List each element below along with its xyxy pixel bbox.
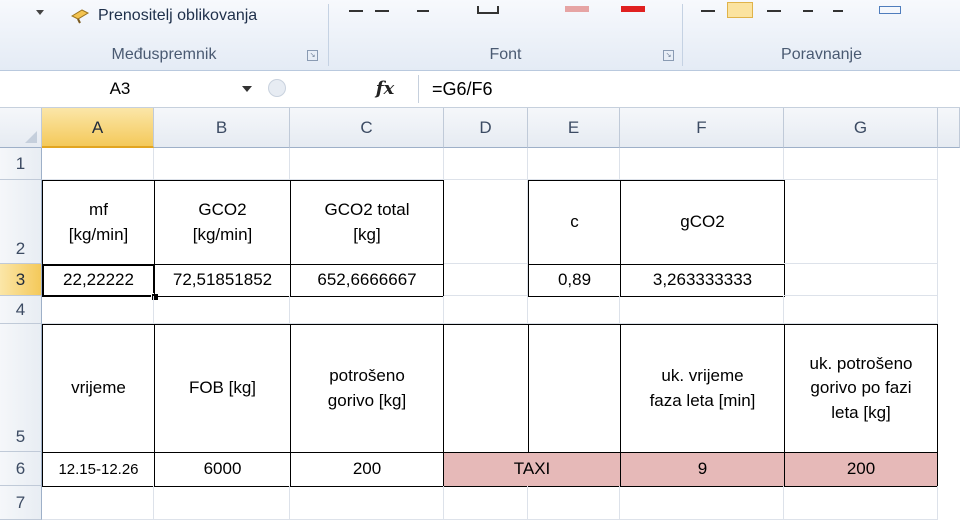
cell-d6-merged[interactable]: TAXI <box>443 452 621 487</box>
cell-f4[interactable] <box>620 296 784 324</box>
fill-color-button[interactable] <box>565 6 589 12</box>
cell-g7[interactable] <box>784 486 938 520</box>
format-painter-label: Prenositelj oblikovanja <box>98 7 258 24</box>
format-painter-button[interactable]: Prenositelj oblikovanja <box>70 4 257 28</box>
insert-function-icon[interactable]: fx <box>355 75 415 103</box>
cell-b4[interactable] <box>154 296 290 324</box>
cell-a2[interactable]: mf [kg/min] <box>42 180 155 265</box>
name-box[interactable]: A3 <box>6 76 286 102</box>
cell-a7[interactable] <box>42 486 154 520</box>
format-painter-icon <box>70 9 90 24</box>
align-middle-button[interactable] <box>727 2 753 18</box>
cell-e5[interactable] <box>528 324 621 453</box>
align-bottom-button[interactable] <box>767 6 781 12</box>
row-header-1[interactable]: 1 <box>0 148 42 180</box>
cell-e2[interactable]: c <box>528 180 621 265</box>
clipboard-group-label: Međuspremnik <box>111 46 217 63</box>
font-group: Font ↘ <box>329 0 682 70</box>
cell-e4[interactable] <box>528 296 620 324</box>
row-header-6[interactable]: 6 <box>0 452 42 486</box>
cell-a4[interactable] <box>42 296 154 324</box>
cell-c4[interactable] <box>290 296 444 324</box>
cell-b3[interactable]: 72,51851852 <box>154 264 291 297</box>
column-header-e[interactable]: E <box>528 108 620 148</box>
row-header-5[interactable]: 5 <box>0 324 42 452</box>
cell-g6[interactable]: 200 <box>784 452 938 487</box>
row-header-4[interactable]: 4 <box>0 296 42 324</box>
ribbon: Prenositelj oblikovanja Međuspremnik ↘ F… <box>0 0 960 71</box>
paste-dropdown-arrow[interactable] <box>36 10 44 15</box>
underline-button[interactable] <box>349 6 363 12</box>
cell-f3[interactable]: 3,263333333 <box>620 264 785 297</box>
row-header-3[interactable]: 3 <box>0 264 42 296</box>
clipboard-dialog-launcher[interactable]: ↘ <box>307 50 318 61</box>
cell-f1[interactable] <box>620 148 784 180</box>
cell-a6[interactable]: 12.15-12.26 <box>42 452 155 487</box>
cell-d4[interactable] <box>444 296 528 324</box>
increase-indent-button[interactable] <box>833 6 843 12</box>
cell-g3[interactable] <box>784 264 938 296</box>
cell-d5[interactable] <box>443 324 529 453</box>
cell-b1[interactable] <box>154 148 290 180</box>
cell-f5[interactable]: uk. vrijeme faza leta [min] <box>620 324 785 453</box>
font-group-label: Font <box>489 46 522 63</box>
cell-d1[interactable] <box>444 148 528 180</box>
alignment-group: Poravnanje <box>683 0 960 70</box>
cell-c6[interactable]: 200 <box>290 452 444 487</box>
cell-g5[interactable]: uk. potrošeno gorivo po fazi leta [kg] <box>784 324 938 453</box>
cell-g2[interactable] <box>784 180 938 264</box>
column-header-f[interactable]: F <box>620 108 784 148</box>
column-header-c[interactable]: C <box>290 108 444 148</box>
alignment-group-label: Poravnanje <box>781 46 862 63</box>
cell-d7[interactable] <box>444 486 528 520</box>
cell-b6[interactable]: 6000 <box>154 452 291 487</box>
cell-d3[interactable] <box>444 264 528 296</box>
cell-a5[interactable]: vrijeme <box>42 324 155 453</box>
cell-b5[interactable]: FOB [kg] <box>154 324 291 453</box>
strikethrough-button[interactable] <box>375 6 389 12</box>
cell-e1[interactable] <box>528 148 620 180</box>
cell-g4[interactable] <box>784 296 938 324</box>
cell-b2[interactable]: GCO2 [kg/min] <box>154 180 291 265</box>
cell-f7[interactable] <box>620 486 784 520</box>
name-box-dropdown-icon[interactable] <box>242 86 252 92</box>
column-header-d[interactable]: D <box>444 108 528 148</box>
select-all-button[interactable] <box>0 108 42 148</box>
cell-c1[interactable] <box>290 148 444 180</box>
cell-c2[interactable]: GCO2 total [kg] <box>290 180 444 265</box>
align-top-button[interactable] <box>701 6 715 12</box>
cell-d2[interactable] <box>444 180 528 264</box>
column-header-a[interactable]: A <box>42 108 154 148</box>
formula-bar: A3 fx =G6/F6 <box>0 71 960 108</box>
subscript-button[interactable] <box>417 6 429 12</box>
formula-bar-resize-handle[interactable] <box>268 79 286 97</box>
clipboard-group: Prenositelj oblikovanja Međuspremnik ↘ <box>0 0 328 70</box>
formula-input[interactable]: =G6/F6 <box>432 75 493 103</box>
column-header-g[interactable]: G <box>784 108 938 148</box>
spreadsheet-grid: A B C D E F G 1 2 3 4 5 6 7 mf [kg/min] … <box>0 108 960 520</box>
row-header-7[interactable]: 7 <box>0 486 42 520</box>
cell-c7[interactable] <box>290 486 444 520</box>
cell-e3[interactable]: 0,89 <box>528 264 621 297</box>
cell-f6[interactable]: 9 <box>620 452 785 487</box>
name-box-value: A3 <box>109 79 131 98</box>
merge-center-button[interactable] <box>879 6 901 14</box>
borders-button[interactable] <box>477 6 499 14</box>
cell-a3[interactable]: 22,22222 <box>42 264 155 297</box>
font-color-button[interactable] <box>621 6 645 12</box>
font-dialog-launcher[interactable]: ↘ <box>663 50 674 61</box>
column-header-b[interactable]: B <box>154 108 290 148</box>
cell-g1[interactable] <box>784 148 938 180</box>
cell-f2[interactable]: gCO2 <box>620 180 785 265</box>
cell-e7[interactable] <box>528 486 620 520</box>
cell-c5[interactable]: potrošeno gorivo [kg] <box>290 324 444 453</box>
row-header-2[interactable]: 2 <box>0 180 42 264</box>
cell-a1[interactable] <box>42 148 154 180</box>
column-header-h[interactable] <box>938 108 960 148</box>
decrease-indent-button[interactable] <box>803 6 813 12</box>
cell-c3[interactable]: 652,6666667 <box>290 264 444 297</box>
cell-b7[interactable] <box>154 486 290 520</box>
